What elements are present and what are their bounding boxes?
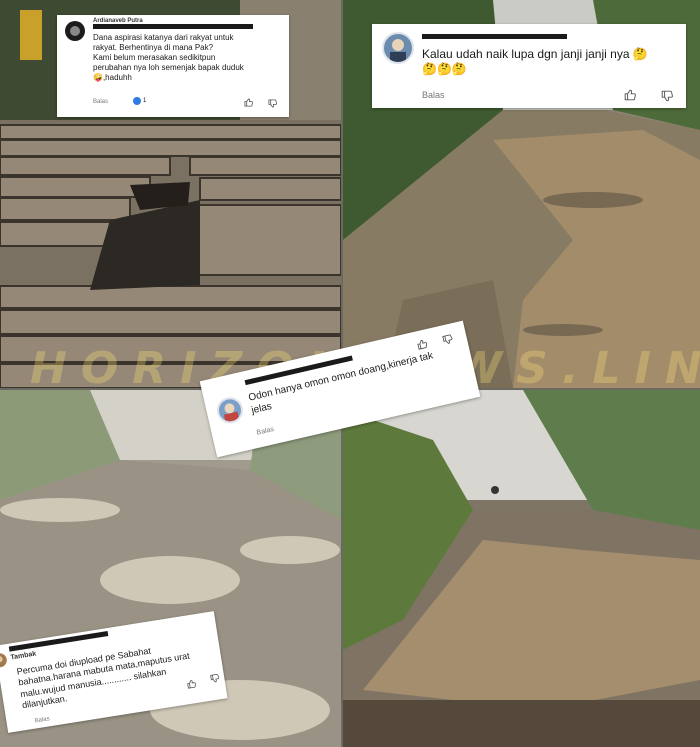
commenter-username: Tambak: [10, 650, 37, 662]
reaction-badge: 1: [133, 97, 146, 105]
reply-button[interactable]: Balas: [422, 90, 445, 100]
like-button[interactable]: [186, 679, 196, 689]
comment-line: 🤔🤔🤔: [422, 62, 467, 76]
comment-text: Kalau udah naik lupa dgn janji janji nya…: [422, 47, 684, 77]
dislike-button[interactable]: [210, 673, 220, 683]
redaction-bar: [93, 24, 253, 29]
thumbs-up-icon: [244, 98, 253, 107]
comment-line: Kalau udah naik lupa dgn janji janji nya…: [422, 47, 648, 61]
comment-line: Kami belum merasakan sedikitpun: [93, 53, 216, 62]
reply-button[interactable]: Balas: [93, 99, 108, 105]
comment-text: Dana aspirasi katanya dari rakyat untuk …: [93, 33, 287, 83]
thumbs-down-icon: [661, 90, 673, 102]
like-button[interactable]: [244, 98, 253, 107]
like-count: 1: [143, 98, 147, 104]
dislike-button[interactable]: [268, 99, 277, 108]
reply-button[interactable]: Balas: [256, 426, 275, 437]
comment-line: Dana aspirasi katanya dari rakyat untuk: [93, 33, 234, 42]
comment-line: perubahan nya loh semenjak bapak duduk: [93, 63, 244, 72]
commenter-avatar: [65, 21, 85, 41]
dislike-button[interactable]: [442, 334, 454, 346]
reply-button[interactable]: Balas: [34, 716, 50, 724]
thumbs-up-icon: [624, 89, 636, 101]
thumbs-up-icon: [187, 680, 196, 689]
dislike-button[interactable]: [661, 90, 673, 102]
redaction-bar: [422, 34, 567, 39]
comment-card-2: Kalau udah naik lupa dgn janji janji nya…: [372, 24, 686, 108]
thumbs-down-icon: [268, 99, 277, 108]
commenter-avatar: [382, 32, 414, 64]
commenter-avatar: [214, 394, 246, 426]
comment-line: rakyat. Berhentinya di mana Pak?: [93, 43, 214, 52]
photo-foggy-flooded-road: [343, 390, 700, 747]
thumbs-up-icon: [417, 339, 427, 350]
thumbs-down-icon: [442, 334, 453, 344]
thumbs-down-icon: [210, 673, 220, 683]
like-button[interactable]: [416, 338, 428, 350]
like-reaction-icon: [133, 97, 141, 105]
commenter-avatar: [0, 652, 8, 669]
like-button[interactable]: [624, 89, 636, 101]
comment-card-1: Ardianaveb Putra Dana aspirasi katanya d…: [57, 15, 289, 117]
comment-text: Percuma doi diupload pe Sabahat bahatna.…: [16, 635, 225, 711]
comment-line: 🤪,haduhh: [93, 73, 132, 82]
